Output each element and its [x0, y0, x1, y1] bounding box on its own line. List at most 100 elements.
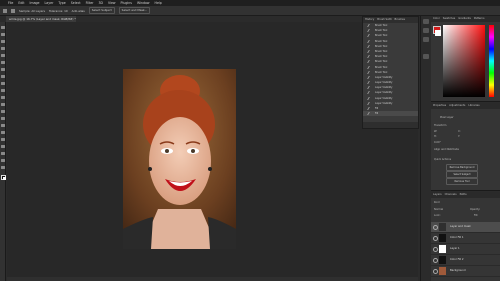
- layer-row[interactable]: Color Fill 2: [431, 255, 500, 266]
- angle-field[interactable]: 0.00°: [434, 141, 441, 144]
- history-footer: [363, 122, 418, 128]
- layer-name: Layer and mask: [450, 225, 471, 228]
- tab-channels[interactable]: Channels: [445, 192, 457, 198]
- marquee-tool-icon[interactable]: [1, 33, 5, 36]
- blur-tool-icon[interactable]: [1, 117, 5, 120]
- history-panel-icon[interactable]: [423, 19, 429, 24]
- hand-tool-icon[interactable]: [1, 159, 5, 162]
- layer-thumbnail: [439, 234, 446, 242]
- tab-color[interactable]: Color: [433, 16, 440, 22]
- background-color-chip[interactable]: [435, 30, 441, 36]
- tab-paths[interactable]: Paths: [460, 192, 467, 198]
- menu-type[interactable]: Type: [58, 1, 65, 5]
- hue-slider[interactable]: [489, 25, 494, 97]
- menu-layer[interactable]: Layer: [45, 1, 54, 5]
- remove-background-button[interactable]: Remove Background: [446, 164, 478, 171]
- properties-panel-tabs: Properties Adjustments Libraries: [431, 103, 500, 109]
- magic-wand-icon[interactable]: [11, 8, 15, 13]
- status-bar: [7, 277, 418, 281]
- home-icon[interactable]: [3, 8, 7, 13]
- menu-window[interactable]: Window: [137, 1, 150, 5]
- menu-filter[interactable]: Filter: [86, 1, 94, 5]
- pen-tool-icon[interactable]: [1, 131, 5, 134]
- lasso-tool-icon[interactable]: [1, 40, 5, 43]
- tab-patterns[interactable]: Patterns: [474, 16, 485, 22]
- eye-icon[interactable]: [433, 247, 438, 252]
- eyedropper-tool-icon[interactable]: [1, 68, 5, 71]
- layer-thumbnail: [439, 267, 446, 275]
- align-distribute-label: Align and Distribute: [434, 148, 459, 151]
- path-selection-tool-icon[interactable]: [1, 145, 5, 148]
- h-label: H:: [434, 135, 437, 138]
- brush-tool-icon[interactable]: [1, 82, 5, 85]
- color-picker-field[interactable]: [443, 25, 485, 97]
- menu-3d[interactable]: 3D: [98, 1, 102, 5]
- dodge-tool-icon[interactable]: [1, 124, 5, 127]
- menu-edit[interactable]: Edit: [18, 1, 24, 5]
- crop-tool-icon[interactable]: [1, 54, 5, 57]
- eye-icon[interactable]: [433, 269, 438, 274]
- tab-libraries[interactable]: Libraries: [468, 103, 479, 109]
- menu-file[interactable]: File: [8, 1, 13, 5]
- brush-settings-icon[interactable]: [423, 28, 429, 33]
- blend-mode-select[interactable]: Normal: [434, 208, 443, 211]
- select-subject-props-button[interactable]: Select Subject: [446, 171, 478, 178]
- anti-alias-checkbox[interactable]: Anti-alias: [72, 9, 85, 13]
- info-icon[interactable]: [423, 54, 429, 59]
- panel-dock: [420, 16, 430, 281]
- remove-tool-button[interactable]: Remove Tool: [446, 178, 478, 185]
- type-tool-icon[interactable]: [1, 138, 5, 141]
- rectangle-tool-icon[interactable]: [1, 152, 5, 155]
- clone-stamp-tool-icon[interactable]: [1, 89, 5, 92]
- layer-name: Color Fill 2: [450, 258, 464, 261]
- tab-properties[interactable]: Properties: [433, 103, 446, 109]
- eraser-tool-icon[interactable]: [1, 103, 5, 106]
- menu-plugins[interactable]: Plugins: [121, 1, 132, 5]
- menu-image[interactable]: Image: [30, 1, 40, 5]
- tolerance-field[interactable]: Tolerance: 10: [49, 9, 68, 13]
- menu-view[interactable]: View: [108, 1, 116, 5]
- frame-tool-icon[interactable]: [1, 61, 5, 64]
- opacity-label: Opacity:: [470, 208, 481, 211]
- portrait-photo[interactable]: [123, 69, 236, 249]
- layer-thumbnail: [439, 223, 446, 231]
- tab-swatches[interactable]: Swatches: [443, 16, 455, 22]
- transform-label: Transform: [434, 124, 447, 127]
- pixel-layer-label: Pixel Layer: [440, 116, 454, 119]
- layer-filter-kind[interactable]: Kind: [434, 201, 440, 204]
- tab-gradients[interactable]: Gradients: [458, 16, 471, 22]
- tab-adjustments[interactable]: Adjustments: [449, 103, 465, 109]
- eye-icon[interactable]: [433, 225, 438, 230]
- healing-brush-tool-icon[interactable]: [1, 75, 5, 78]
- quick-actions-label: Quick Actions: [434, 158, 451, 161]
- paragraph-icon[interactable]: [423, 37, 429, 42]
- magic-wand-tool-icon[interactable]: [1, 47, 5, 50]
- sample-select[interactable]: Sample: All Layers: [19, 9, 45, 13]
- zoom-tool-icon[interactable]: [1, 166, 5, 169]
- layer-name: Background: [450, 269, 466, 272]
- x-label: X:: [458, 130, 461, 133]
- select-and-mask-button[interactable]: Select and Mask...: [118, 7, 151, 14]
- color-panel-tabs: Color Swatches Gradients Patterns: [431, 16, 500, 22]
- history-brush-tool-icon[interactable]: [1, 96, 5, 99]
- lock-label: Lock:: [434, 214, 441, 217]
- menu-select[interactable]: Select: [71, 1, 81, 5]
- move-tool-icon[interactable]: [1, 26, 5, 29]
- menu-help[interactable]: Help: [155, 1, 162, 5]
- history-panel: History Brush Setti Brushes Brush Tool Br…: [362, 16, 419, 129]
- eye-icon[interactable]: [433, 236, 438, 241]
- layer-row[interactable]: Layer and mask: [431, 222, 500, 233]
- select-subject-button[interactable]: Select Subject: [88, 7, 115, 14]
- layer-row[interactable]: Color Fill 1: [431, 233, 500, 244]
- background-color-swatch[interactable]: [2, 177, 6, 180]
- layer-row[interactable]: Layer 1: [431, 244, 500, 255]
- layer-thumbnail: [439, 256, 446, 264]
- layer-row[interactable]: Background: [431, 266, 500, 277]
- eye-icon[interactable]: [433, 258, 438, 263]
- history-step[interactable]: Fill: [363, 111, 418, 117]
- tab-layers[interactable]: Layers: [433, 192, 442, 198]
- w-label: W:: [434, 130, 438, 133]
- layer-name: Color Fill 1: [450, 236, 464, 239]
- layer-thumbnail: [439, 245, 446, 253]
- gradient-tool-icon[interactable]: [1, 110, 5, 113]
